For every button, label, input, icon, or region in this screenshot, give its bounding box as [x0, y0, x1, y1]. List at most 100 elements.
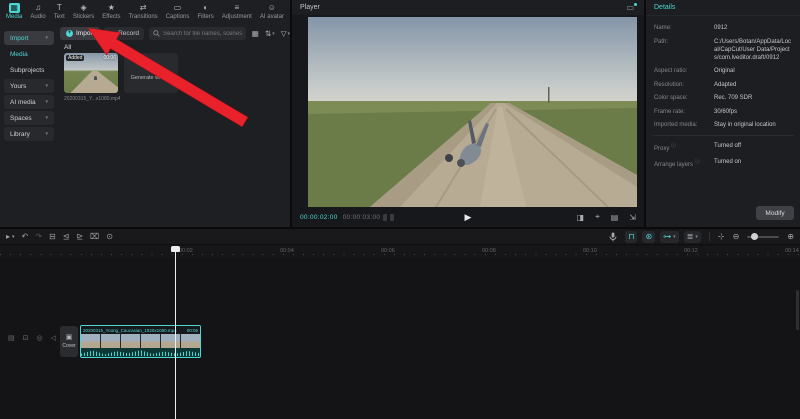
- frame-back-icon[interactable]: [383, 213, 388, 221]
- playhead[interactable]: [171, 246, 180, 419]
- sidebar-item-subprojects[interactable]: Subprojects: [4, 63, 54, 77]
- search-input[interactable]: [163, 30, 242, 37]
- zoom-in-icon[interactable]: ⊕: [787, 232, 794, 241]
- freeze-frame-icon[interactable]: ⊙: [106, 230, 113, 244]
- frame-forward-icon[interactable]: [390, 213, 395, 221]
- fullscreen-icon[interactable]: ⇲: [629, 213, 636, 222]
- zoom-out-icon[interactable]: ⊖: [733, 232, 740, 241]
- current-timecode: 00:00:02:00: [300, 213, 338, 221]
- select-tool-icon[interactable]: ▸: [6, 230, 10, 244]
- details-row-value: Rec. 709 SDR: [714, 95, 753, 101]
- chevron-down-icon: ▾: [45, 83, 48, 89]
- delete-left-icon[interactable]: ⊴: [63, 230, 70, 244]
- auto-snap-toggle[interactable]: ⊛: [642, 230, 656, 243]
- details-row-value: 0912: [714, 25, 728, 31]
- toolbar-tab-media[interactable]: ▦ Media: [6, 2, 22, 20]
- timeline-clip[interactable]: 20200315_Young_Caucasian_1920x1080.mp4 0…: [80, 325, 201, 358]
- details-row-resolution-: Resolution: Adapted: [654, 81, 794, 89]
- sidebar-item-label: AI media: [10, 98, 36, 106]
- details-row-frame-rate-: Frame rate: 30/60fps: [654, 108, 794, 116]
- details-row-value: Original: [714, 68, 735, 74]
- track-options-icon[interactable]: ▤: [8, 334, 15, 342]
- sidebar-item-media[interactable]: Media: [4, 47, 54, 61]
- details-panel: Details Name: 0912 Path: C:/Users/Botan/App…: [646, 0, 800, 227]
- import-button[interactable]: + Import: [60, 27, 101, 40]
- display-mode-icon[interactable]: ▭: [626, 3, 634, 12]
- magnet-toggle-icon: ⊓: [628, 231, 635, 241]
- details-row-label: Frame rate:: [654, 108, 686, 115]
- delete-icon[interactable]: ⌧: [90, 230, 99, 244]
- generate-with-ai-tile[interactable]: + Generate with AI: [124, 53, 178, 93]
- timeline-toolbar-right: ⊓ ⊛ ⊶ ▾ ≣ ▾ ⊹ ⊖ ⊕: [609, 230, 800, 243]
- sidebar-item-yours[interactable]: Yours ▾: [4, 79, 54, 93]
- grid-view-icon[interactable]: ▦: [252, 29, 259, 38]
- redo-icon[interactable]: ↷: [35, 230, 42, 244]
- video-preview[interactable]: [308, 17, 637, 207]
- timeline-vertical-scrollbar[interactable]: [796, 290, 799, 330]
- effects-icon: ★: [107, 2, 115, 12]
- toolbar-tab-adjustment[interactable]: ≡ Adjustment: [222, 3, 252, 20]
- divider: [652, 134, 794, 136]
- sidebar-item-import[interactable]: Import ▾: [4, 31, 54, 45]
- play-button[interactable]: ▶: [465, 212, 472, 223]
- track-height-toggle[interactable]: ≣ ▾: [683, 230, 701, 243]
- sidebar-item-label: Spaces: [10, 114, 32, 122]
- object-tracking-icon[interactable]: ⌖: [595, 212, 600, 222]
- link-toggle[interactable]: ⊶ ▾: [660, 230, 679, 243]
- toolbar-tab-captions[interactable]: ▭ Captions: [166, 3, 190, 20]
- select-tool-dropdown-icon[interactable]: ▾: [12, 230, 15, 244]
- magnet-toggle[interactable]: ⊓: [625, 230, 638, 243]
- toolbar-tab-label: Transitions: [128, 13, 158, 20]
- record-button[interactable]: ◉ Record: [104, 27, 145, 40]
- delete-right-icon[interactable]: ⊵: [76, 230, 83, 244]
- filter-dropdown[interactable]: ▽ ▾: [281, 29, 290, 38]
- media-clip-thumbnail[interactable]: Added 00:06: [64, 53, 118, 93]
- compare-icon[interactable]: ◨: [577, 213, 585, 222]
- sidebar-item-library[interactable]: Library ▾: [4, 127, 54, 141]
- cover-button[interactable]: ▣ Cover: [60, 326, 78, 357]
- record-button-label: Record: [118, 30, 140, 37]
- preview-quality-icon[interactable]: ▤: [611, 213, 619, 222]
- details-row-label: Proxy ⓘ: [654, 142, 677, 152]
- sort-dropdown[interactable]: ⇅ ▾: [265, 29, 275, 38]
- toolbar-tab-audio[interactable]: ♫ Audio: [30, 3, 45, 20]
- details-row-proxy: Proxy ⓘ Turned off: [654, 142, 794, 153]
- toolbar-tab-transitions[interactable]: ⇄ Transitions: [129, 3, 158, 20]
- toolbar-tab-stickers[interactable]: ◈ Stickers: [73, 3, 94, 20]
- divider: [708, 232, 710, 241]
- details-title: Details: [654, 4, 676, 11]
- toolbar-tab-effects[interactable]: ★ Effects: [102, 3, 120, 20]
- voiceover-mic-icon[interactable]: [609, 232, 617, 242]
- split-icon[interactable]: ⊟: [49, 230, 56, 244]
- toolbar-tab-text[interactable]: T Text: [54, 3, 65, 20]
- toolbar-tab-label: AI avatar: [259, 13, 284, 20]
- modify-button[interactable]: Modify: [756, 206, 794, 220]
- preview-axis-icon[interactable]: ⊹: [718, 232, 725, 241]
- toolbar-tab-filters[interactable]: ◐ Filters: [197, 3, 213, 20]
- zoom-slider-knob[interactable]: [751, 233, 759, 240]
- sidebar-item-spaces[interactable]: Spaces ▾: [4, 111, 54, 125]
- chevron-down-icon: ▾: [45, 99, 48, 105]
- captions-icon: ▭: [173, 2, 182, 12]
- undo-icon[interactable]: ↶: [22, 230, 29, 244]
- timeline-zoom-slider[interactable]: [747, 233, 780, 240]
- playhead-handle[interactable]: [171, 246, 180, 252]
- mute-track-icon[interactable]: ◁: [51, 334, 56, 342]
- chevron-down-icon: ▾: [45, 131, 48, 137]
- chevron-down-icon: ▾: [673, 233, 676, 240]
- details-row-name-: Name: 0912: [654, 24, 794, 32]
- search-box[interactable]: [149, 27, 246, 40]
- toolbar-tab-label: Text: [53, 13, 65, 20]
- details-row-value: Stay in original location: [714, 122, 776, 128]
- timeline-ruler[interactable]: 00:02 00:04 00:06 00:08 00:10 00:12 00:14: [0, 246, 800, 258]
- added-badge: Added: [66, 55, 85, 61]
- hide-track-icon[interactable]: ◎: [37, 334, 43, 342]
- toolbar-tab-ai-avatar[interactable]: ☺ AI avatar: [260, 3, 284, 20]
- sidebar-item-ai-media[interactable]: AI media ▾: [4, 95, 54, 109]
- all-tab[interactable]: All: [64, 44, 71, 51]
- lock-track-icon[interactable]: ⊡: [23, 334, 29, 342]
- details-row-label: Color space:: [654, 95, 688, 101]
- details-row-value: Turned off: [714, 142, 742, 149]
- details-row-value: Turned on: [714, 159, 742, 165]
- details-row-imported-media-: Imported media: Stay in original location: [654, 121, 794, 129]
